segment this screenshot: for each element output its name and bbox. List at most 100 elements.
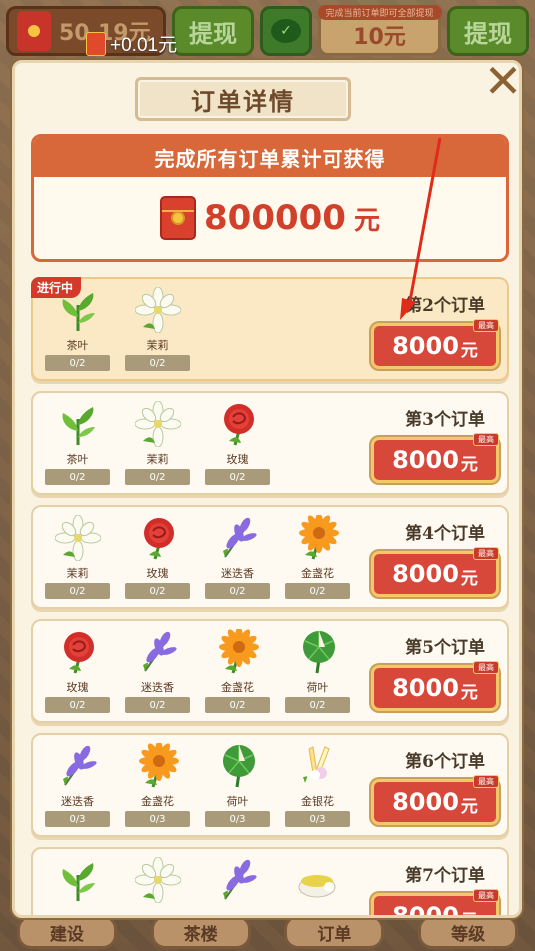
rosemary-icon	[213, 855, 263, 905]
modal-title-frame: 订单详情	[135, 77, 351, 121]
reward-unit: 元	[460, 796, 478, 817]
nav-orders[interactable]: 订单	[284, 915, 385, 949]
reward-unit: 元	[460, 454, 478, 475]
rosemary-icon	[53, 741, 103, 791]
item-name: 茉莉	[146, 453, 169, 466]
red-envelope-icon	[17, 11, 51, 51]
item-count: 0/2	[205, 469, 270, 485]
item-count: 0/2	[45, 583, 110, 599]
red-envelope-icon	[86, 31, 106, 56]
withdraw-button[interactable]: 提现	[172, 6, 254, 56]
order-reward-button[interactable]: 8000元 最高	[371, 775, 499, 825]
max-tag: 最高	[473, 433, 499, 446]
max-tag: 最高	[473, 775, 499, 788]
summary-panel: 完成所有订单累计可获得 800000 元	[31, 134, 509, 262]
wechat-button[interactable]: ✓	[260, 6, 312, 56]
order-item: 迷迭香 0/2	[125, 627, 190, 713]
item-count: 0/2	[285, 697, 350, 713]
order-reward-button[interactable]: 8000元 最高	[371, 547, 499, 597]
item-name: 迷迭香	[141, 681, 174, 694]
reward-unit: 元	[460, 340, 478, 361]
item-count: 0/2	[125, 697, 190, 713]
jasmine-icon	[53, 513, 103, 563]
order-item: 茉莉 0/2	[125, 399, 190, 485]
item-name: 茉莉	[146, 339, 169, 352]
calendula-icon	[293, 513, 343, 563]
item-name: 金盏花	[221, 681, 254, 694]
order-item: 茉莉 0/2	[45, 513, 110, 599]
order-card: 玫瑰 0/2 迷迭香 0/2 金盏花 0/2 荷叶 0/2 第5个订单 8000 元 最高	[31, 619, 509, 723]
item-name: 荷叶	[306, 681, 329, 694]
item-count: 0/2	[285, 583, 350, 599]
nav-teahouse[interactable]: 茶楼	[150, 915, 251, 949]
order-item: 茶叶 0/2	[45, 399, 110, 485]
item-count: 0/2	[205, 583, 270, 599]
order-items: 茶叶 0/2 茉莉 0/2 玫瑰 0/2	[45, 399, 270, 485]
reward-amount: 8000	[392, 446, 459, 474]
order-item: 金银花 0/3	[285, 741, 350, 827]
order-reward-button[interactable]: 8000元 最高	[371, 319, 499, 369]
order-item: 荷叶 0/3	[205, 741, 270, 827]
tea-icon	[53, 285, 103, 335]
item-name: 茶叶	[66, 453, 89, 466]
order-items: 玫瑰 0/2 迷迭香 0/2 金盏花 0/2 荷叶 0/2	[45, 627, 350, 713]
task-reward-box: 完成当前订单即可全部提现 10元	[317, 5, 442, 56]
top-bar: 50.19元 提现 ✓ 完成当前订单即可全部提现 10元 提现	[0, 0, 535, 62]
item-name: 玫瑰	[226, 453, 249, 466]
reward-unit: 元	[461, 906, 478, 916]
item-name: 迷迭香	[61, 795, 94, 808]
summary-heading: 完成所有订单累计可获得	[34, 137, 506, 177]
task-value: 10元	[353, 25, 406, 50]
nav-build[interactable]: 建设	[16, 915, 117, 949]
lotus-leaf-icon	[293, 627, 343, 677]
rose-icon	[213, 399, 263, 449]
reward-amount: 8000	[392, 788, 459, 816]
order-item	[205, 855, 270, 905]
order-item: 玫瑰 0/2	[125, 513, 190, 599]
order-items	[45, 855, 350, 905]
order-item: 荷叶 0/2	[285, 627, 350, 713]
order-number-label: 第6个订单	[405, 752, 485, 772]
rose-icon	[53, 627, 103, 677]
order-number-label: 第3个订单	[405, 410, 485, 430]
summary-unit: 元	[353, 205, 380, 236]
order-item	[285, 855, 350, 905]
order-item: 茶叶 0/2	[45, 285, 110, 371]
order-card: 迷迭香 0/3 金盏花 0/3 荷叶 0/3 金银花 0/3 第6个订单 8000 元 最高	[31, 733, 509, 837]
order-number-label: 第4个订单	[405, 524, 485, 544]
calendula-icon	[133, 741, 183, 791]
item-name: 金银花	[301, 795, 334, 808]
item-count: 0/2	[125, 469, 190, 485]
item-name: 茶叶	[66, 339, 89, 352]
jasmine-icon	[133, 285, 183, 335]
item-count: 0/2	[45, 697, 110, 713]
order-items: 茶叶 0/2 茉莉 0/2	[45, 285, 190, 371]
item-count: 0/3	[125, 811, 190, 827]
reward-amount: 8000	[392, 674, 459, 702]
item-name: 荷叶	[226, 795, 249, 808]
reward-amount: 8000	[392, 560, 459, 588]
item-name: 玫瑰	[66, 681, 89, 694]
nav-level[interactable]: 等级	[418, 915, 519, 949]
reward-float: +0.01元	[86, 30, 177, 57]
order-reward-button[interactable]: 8000元 最高	[371, 889, 499, 918]
tea-icon	[53, 399, 103, 449]
reward-unit: 元	[460, 568, 478, 589]
order-item: 玫瑰 0/2	[45, 627, 110, 713]
order-list: 进行中 茶叶 0/2 茉莉 0/2 第2个订单 8000 元最高 茶叶 0/2 茉莉 0/2 玫瑰 0/2…	[31, 277, 509, 918]
item-name: 金盏花	[301, 567, 334, 580]
order-item: 金盏花 0/3	[125, 741, 190, 827]
jasmine-icon	[133, 399, 183, 449]
order-reward-button[interactable]: 8000元 最高	[371, 661, 499, 711]
max-tag: 最高	[473, 547, 499, 560]
order-reward-button[interactable]: 8000元 最高	[371, 433, 499, 483]
withdraw-button-2[interactable]: 提现	[447, 6, 529, 56]
tea-cup-icon	[293, 855, 343, 905]
order-items: 茉莉 0/2 玫瑰 0/2 迷迭香 0/2 金盏花 0/2	[45, 513, 350, 599]
red-envelope-icon	[160, 196, 197, 240]
reward-amount: 8000	[392, 902, 459, 918]
rosemary-icon	[213, 513, 263, 563]
item-count: 0/2	[45, 355, 110, 371]
close-icon[interactable]: ✕	[481, 63, 519, 104]
order-item: 迷迭香 0/2	[205, 513, 270, 599]
